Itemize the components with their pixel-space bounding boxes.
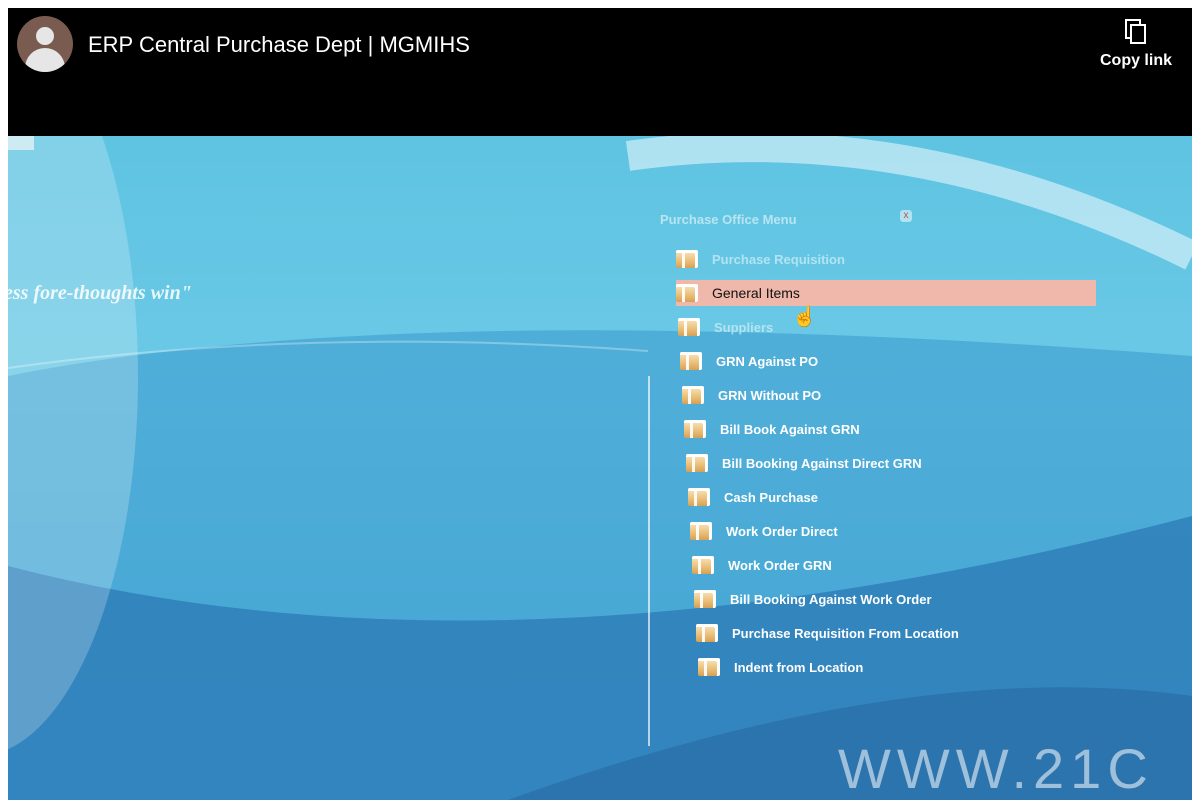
menu-item-bill-booking-work-order[interactable]: Bill Booking Against Work Order [694,586,932,612]
folder-icon [684,420,706,438]
close-icon[interactable]: x [900,210,912,222]
folder-icon [686,454,708,472]
folder-icon [696,624,718,642]
copy-link-button[interactable]: Copy link [1096,14,1176,84]
folder-icon [680,352,702,370]
folder-icon [676,284,698,302]
slogan-text: ess fore-thoughts win" [8,282,192,304]
copy-link-label: Copy link [1099,52,1172,69]
video-frame[interactable]: ess fore-thoughts win" Purchase Office M… [8,136,1192,800]
video-player[interactable]: ERP Central Purchase Dept | MGMIHS Copy … [8,8,1192,800]
folder-icon [678,318,700,336]
video-header: ERP Central Purchase Dept | MGMIHS Copy … [8,8,1192,136]
watermark-text: WWW.21C [838,737,1154,800]
menu-item-cash-purchase[interactable]: Cash Purchase [688,484,818,510]
background-swooshes [8,136,1192,800]
folder-icon [690,522,712,540]
menu-item-general-items[interactable]: General Items [676,280,1096,306]
menu-item-work-order-grn[interactable]: Work Order GRN [692,552,832,578]
menu-item-suppliers[interactable]: Suppliers [678,314,773,340]
menu-item-grn-against-po[interactable]: GRN Against PO [680,348,818,374]
folder-icon [688,488,710,506]
folder-icon [692,556,714,574]
menu-title: Purchase Office Menu [660,212,797,227]
folder-icon [676,250,698,268]
folder-icon [694,590,716,608]
folder-icon [682,386,704,404]
menu-item-bill-book-against-grn[interactable]: Bill Book Against GRN [684,416,860,442]
menu-item-grn-without-po[interactable]: GRN Without PO [682,382,821,408]
menu-divider [648,376,650,746]
video-title[interactable]: ERP Central Purchase Dept | MGMIHS [88,32,470,58]
menu-item-purchase-requisition-location[interactable]: Purchase Requisition From Location [696,620,959,646]
copy-icon [1125,19,1146,44]
channel-avatar-icon[interactable] [17,16,73,72]
menu-item-bill-booking-direct-grn[interactable]: Bill Booking Against Direct GRN [686,450,922,476]
menu-item-purchase-requisition[interactable]: Purchase Requisition [676,246,845,272]
menu-item-indent-from-location[interactable]: Indent from Location [698,654,863,680]
hand-cursor-icon: ☝ [792,306,817,328]
folder-icon [698,658,720,676]
menu-item-work-order-direct[interactable]: Work Order Direct [690,518,838,544]
